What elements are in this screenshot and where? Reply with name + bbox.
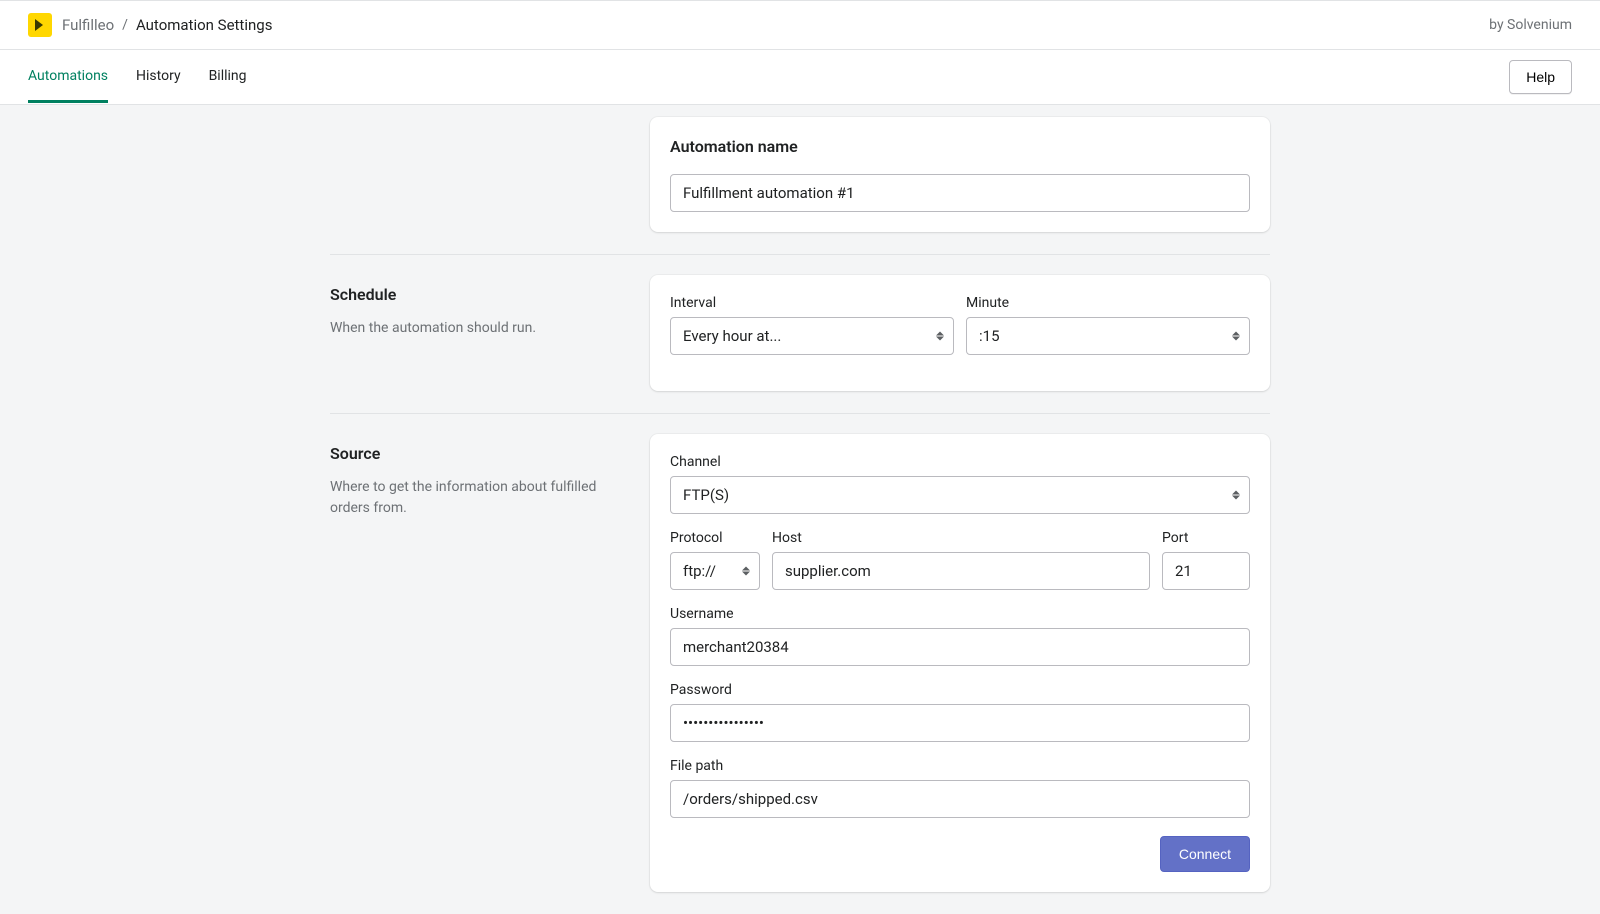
top-bar: Fulfilleo / Automation Settings by Solve…	[0, 0, 1600, 50]
username-input[interactable]	[670, 628, 1250, 666]
protocol-label: Protocol	[670, 530, 760, 546]
channel-select[interactable]: FTP(S)	[670, 476, 1250, 514]
password-label: Password	[670, 682, 1250, 698]
filepath-input[interactable]	[670, 780, 1250, 818]
tab-history[interactable]: History	[136, 52, 181, 103]
interval-select[interactable]: Every hour at...	[670, 317, 954, 355]
tab-automations[interactable]: Automations	[28, 52, 108, 103]
tab-bar: Automations History Billing Help	[0, 50, 1600, 105]
breadcrumb-app[interactable]: Fulfilleo	[62, 16, 114, 34]
schedule-description: When the automation should run.	[330, 318, 630, 339]
port-label: Port	[1162, 530, 1250, 546]
automation-name-title: Automation name	[670, 137, 1250, 156]
tabs: Automations History Billing	[28, 52, 247, 102]
channel-label: Channel	[670, 454, 1250, 470]
card-schedule: Interval Every hour at... Minute :15	[650, 275, 1270, 391]
password-input[interactable]	[670, 704, 1250, 742]
host-input[interactable]	[772, 552, 1150, 590]
page-content: Automation name Schedule When the automa…	[310, 105, 1290, 914]
breadcrumb: Fulfilleo / Automation Settings	[28, 13, 272, 37]
source-heading: Source	[330, 444, 630, 463]
section-source: Source Where to get the information abou…	[330, 414, 1270, 914]
minute-label: Minute	[966, 295, 1250, 311]
port-input[interactable]	[1162, 552, 1250, 590]
interval-label: Interval	[670, 295, 954, 311]
protocol-select[interactable]: ftp://	[670, 552, 760, 590]
section-name-spacer	[330, 117, 630, 232]
connect-button[interactable]: Connect	[1160, 836, 1250, 872]
byline: by Solvenium	[1489, 17, 1572, 33]
host-label: Host	[772, 530, 1150, 546]
filepath-label: File path	[670, 758, 1250, 774]
card-source: Channel FTP(S) Protocol ftp://	[650, 434, 1270, 892]
app-logo-icon	[28, 13, 52, 37]
automation-name-input[interactable]	[670, 174, 1250, 212]
breadcrumb-separator: /	[122, 17, 128, 33]
source-label-col: Source Where to get the information abou…	[330, 434, 630, 892]
username-label: Username	[670, 606, 1250, 622]
source-description: Where to get the information about fulfi…	[330, 477, 630, 519]
schedule-label-col: Schedule When the automation should run.	[330, 275, 630, 391]
minute-select[interactable]: :15	[966, 317, 1250, 355]
card-automation-name: Automation name	[650, 117, 1270, 232]
section-schedule: Schedule When the automation should run.…	[330, 255, 1270, 414]
schedule-heading: Schedule	[330, 285, 630, 304]
help-button[interactable]: Help	[1509, 60, 1572, 94]
breadcrumb-page: Automation Settings	[136, 16, 273, 34]
section-name: Automation name	[330, 105, 1270, 255]
tab-billing[interactable]: Billing	[209, 52, 247, 103]
